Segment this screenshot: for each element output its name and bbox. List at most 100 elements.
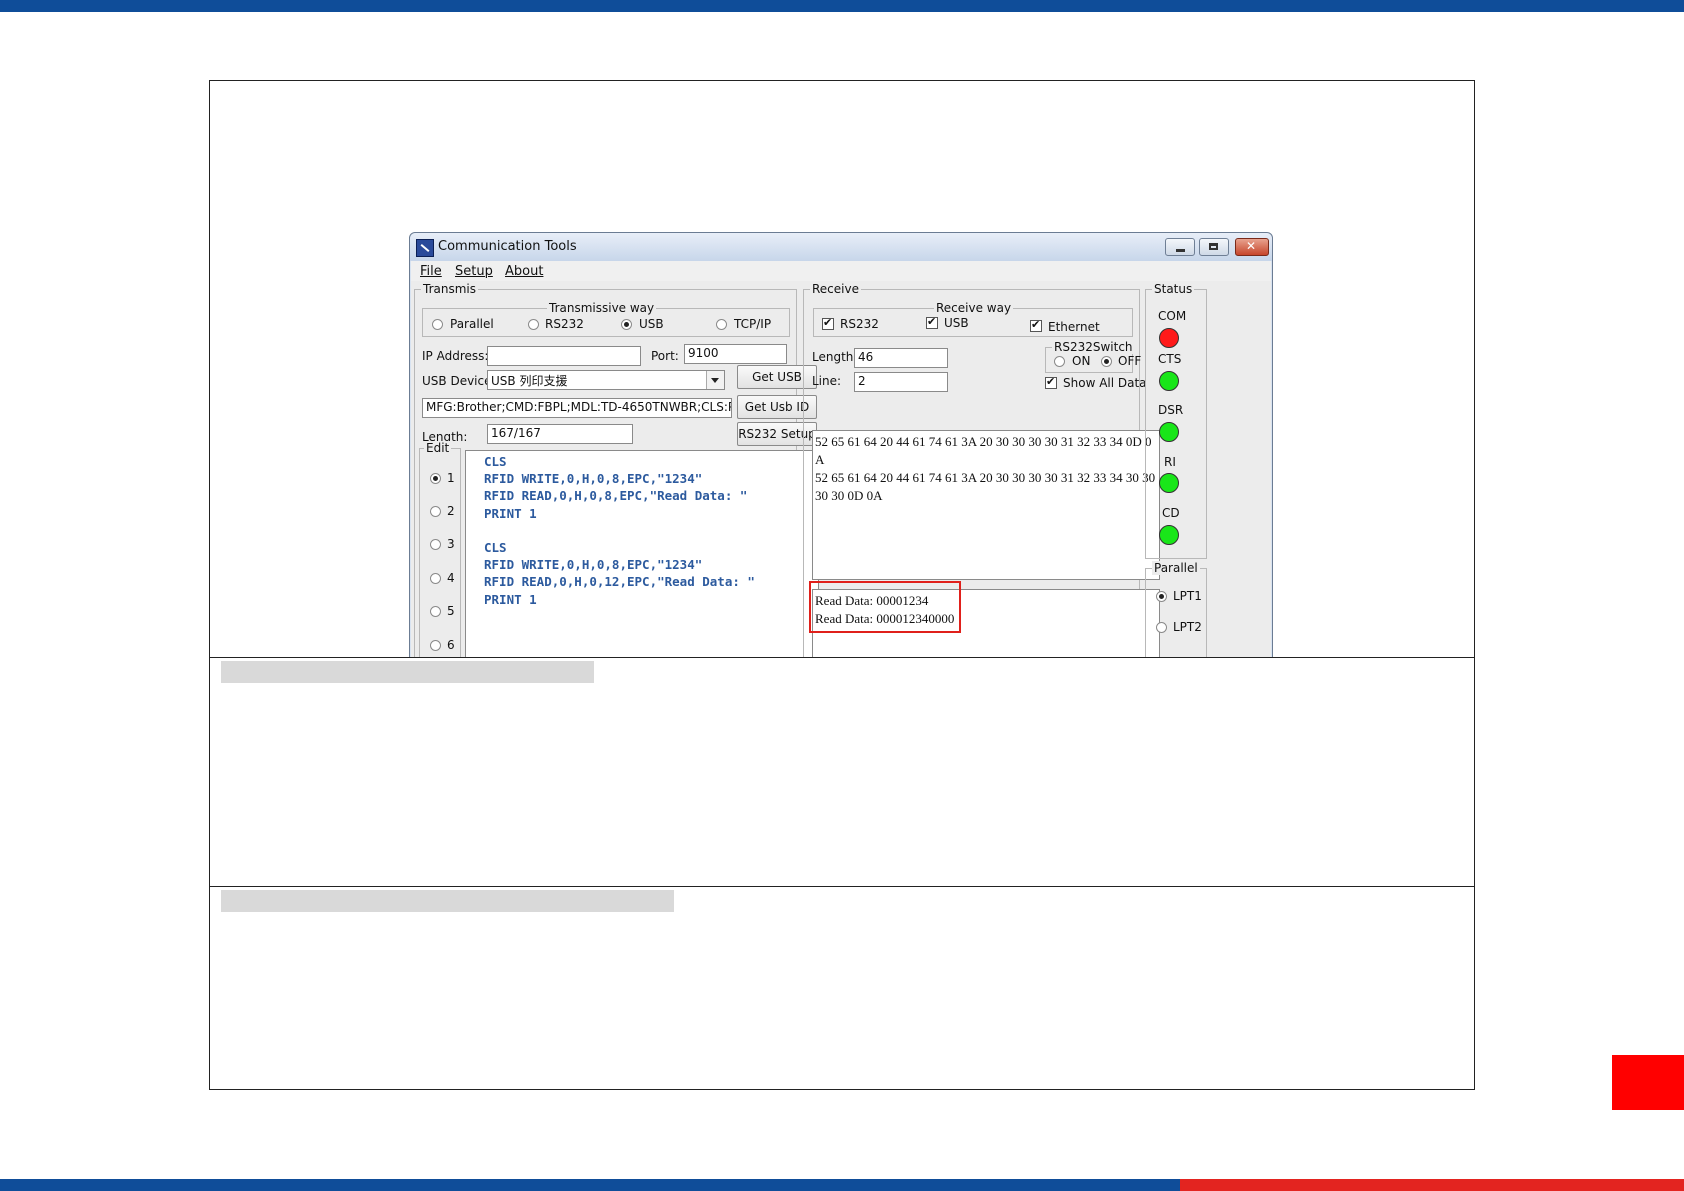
- window-frame: Communication Tools File Setup About Tra…: [409, 232, 1273, 657]
- minimize-button[interactable]: [1165, 238, 1195, 256]
- com-led-icon: [1159, 328, 1179, 348]
- edit-slot-1-label: 1: [447, 471, 455, 485]
- transmissive-way-label: Transmissive way: [547, 301, 657, 315]
- receive-way-group: Receive way RS232 USB Ethernet: [813, 301, 1133, 337]
- edit-slot-3-label: 3: [447, 537, 455, 551]
- radio-tcpip-label: TCP/IP: [734, 317, 772, 331]
- edit-slot-5-label: 5: [447, 604, 455, 618]
- show-all-data-checkbox[interactable]: [1045, 375, 1057, 389]
- section-box-2: [209, 657, 1475, 887]
- edit-slot-2-label: 2: [447, 504, 455, 518]
- usb-device-label: USB Device:: [422, 374, 496, 388]
- edit-slot-3-radio[interactable]: [430, 539, 441, 550]
- editor-line: RFID READ,0,H,0,8,EPC,"Read Data: ": [484, 488, 748, 504]
- menu-bar: File Setup About: [411, 261, 1271, 281]
- title-bar[interactable]: Communication Tools: [410, 233, 1272, 261]
- rs232-switch-group: RS232Switch ON OFF: [1045, 340, 1141, 373]
- status-group-label: Status: [1152, 282, 1195, 296]
- command-editor[interactable]: CLS RFID WRITE,0,H,0,8,EPC,"1234" RFID REA…: [465, 450, 819, 657]
- ri-led-icon: [1159, 473, 1179, 493]
- communication-tools-window: Communication Tools File Setup About Tra…: [409, 232, 1273, 657]
- lpt1-radio[interactable]: [1156, 591, 1167, 602]
- receive-group-label: Receive: [810, 282, 861, 296]
- switch-on-label: ON: [1072, 354, 1091, 368]
- section-box-3: [209, 886, 1475, 1090]
- edit-slot-group: Edit 1 2 3 4 5 6: [419, 441, 461, 657]
- radio-tcpip[interactable]: [716, 319, 727, 330]
- ip-address-label: IP Address:: [422, 349, 489, 363]
- lpt2-label: LPT2: [1173, 620, 1202, 634]
- cts-label: CTS: [1158, 352, 1182, 366]
- close-button[interactable]: [1235, 238, 1269, 256]
- cd-led-icon: [1159, 525, 1179, 545]
- radio-parallel-label: Parallel: [450, 317, 494, 331]
- receive-rs232-label: RS232: [840, 317, 879, 331]
- edit-slot-6-label: 6: [447, 638, 455, 652]
- editor-line: RFID WRITE,0,H,0,8,EPC,"1234": [484, 557, 703, 573]
- receive-usb-checkbox[interactable]: [926, 315, 938, 329]
- menu-about[interactable]: About: [505, 264, 543, 279]
- switch-on-radio[interactable]: [1054, 356, 1065, 367]
- window-client: Transmis Transmissive way Parallel RS232…: [411, 281, 1271, 657]
- cts-led-icon: [1159, 371, 1179, 391]
- editor-line: CLS: [484, 540, 507, 556]
- show-all-data-label: Show All Data: [1063, 376, 1147, 390]
- cd-label: CD: [1162, 506, 1180, 520]
- dsr-label: DSR: [1158, 403, 1184, 417]
- edit-slot-1-radio[interactable]: [430, 473, 441, 484]
- header-stripe: [0, 0, 1684, 12]
- port-input[interactable]: 9100: [684, 344, 787, 364]
- lpt1-label: LPT1: [1173, 589, 1202, 603]
- com-label: COM: [1158, 309, 1187, 323]
- receive-way-label: Receive way: [934, 301, 1014, 315]
- edit-slot-6-radio[interactable]: [430, 640, 441, 651]
- transmit-group-label: Transmis: [421, 282, 478, 296]
- receive-line-input[interactable]: 2: [854, 372, 948, 392]
- ri-label: RI: [1164, 455, 1176, 469]
- ip-address-input[interactable]: [487, 346, 641, 366]
- highlight-box: [809, 581, 961, 633]
- radio-rs232-label: RS232: [545, 317, 584, 331]
- edit-slot-4-label: 4: [447, 571, 455, 585]
- switch-off-label: OFF: [1118, 354, 1142, 368]
- radio-rs232[interactable]: [528, 319, 539, 330]
- editor-line: RFID WRITE,0,H,0,8,EPC,"1234": [484, 471, 703, 487]
- chevron-down-icon[interactable]: [706, 371, 724, 389]
- section-heading-placeholder: [221, 890, 674, 912]
- rs232-switch-label: RS232Switch: [1052, 340, 1135, 354]
- edit-slot-4-radio[interactable]: [430, 573, 441, 584]
- footer-stripe-blue: [0, 1179, 1180, 1191]
- receive-rs232-checkbox[interactable]: [822, 316, 834, 330]
- receive-line-label: Line:: [812, 374, 842, 388]
- receive-group: Receive Receive way RS232 USB Ethernet L…: [803, 282, 1160, 657]
- parallel-group-label: Parallel: [1152, 561, 1200, 575]
- screenshot-panel: Communication Tools File Setup About Tra…: [209, 80, 1475, 658]
- lpt2-radio[interactable]: [1156, 622, 1167, 633]
- dsr-led-icon: [1159, 422, 1179, 442]
- maximize-button[interactable]: [1199, 238, 1229, 256]
- edit-slot-2-radio[interactable]: [430, 506, 441, 517]
- menu-file[interactable]: File: [420, 264, 442, 279]
- receive-ethernet-checkbox[interactable]: [1030, 318, 1042, 332]
- switch-off-radio[interactable]: [1101, 356, 1112, 367]
- received-hex-textarea[interactable]: 52 65 61 64 20 44 61 74 61 3A 20 30 30 3…: [812, 430, 1160, 580]
- status-group: Status COM CTS DSR RI CD: [1145, 282, 1207, 559]
- menu-setup[interactable]: Setup: [455, 264, 493, 279]
- edit-group-label: Edit: [424, 441, 452, 455]
- editor-line: RFID READ,0,H,0,12,EPC,"Read Data: ": [484, 574, 755, 590]
- receive-ethernet-label: Ethernet: [1048, 320, 1100, 334]
- receive-length-input[interactable]: 46: [854, 348, 948, 368]
- usb-device-select[interactable]: USB 列印支援: [487, 370, 725, 390]
- radio-usb[interactable]: [621, 319, 632, 330]
- usb-device-value: USB 列印支援: [491, 374, 568, 388]
- page-tab-marker: [1612, 1055, 1684, 1110]
- footer-stripe-red: [1180, 1179, 1684, 1191]
- usb-id-input[interactable]: MFG:Brother;CMD:FBPL;MDL:TD-4650TNWBR;CL…: [422, 398, 732, 418]
- transmit-length-input[interactable]: 167/167: [487, 424, 633, 444]
- edit-slot-5-radio[interactable]: [430, 606, 441, 617]
- transmit-group: Transmis Transmissive way Parallel RS232…: [414, 282, 819, 657]
- window-title: Communication Tools: [438, 239, 577, 254]
- radio-parallel[interactable]: [432, 319, 443, 330]
- parallel-group: Parallel LPT1 LPT2: [1145, 561, 1207, 657]
